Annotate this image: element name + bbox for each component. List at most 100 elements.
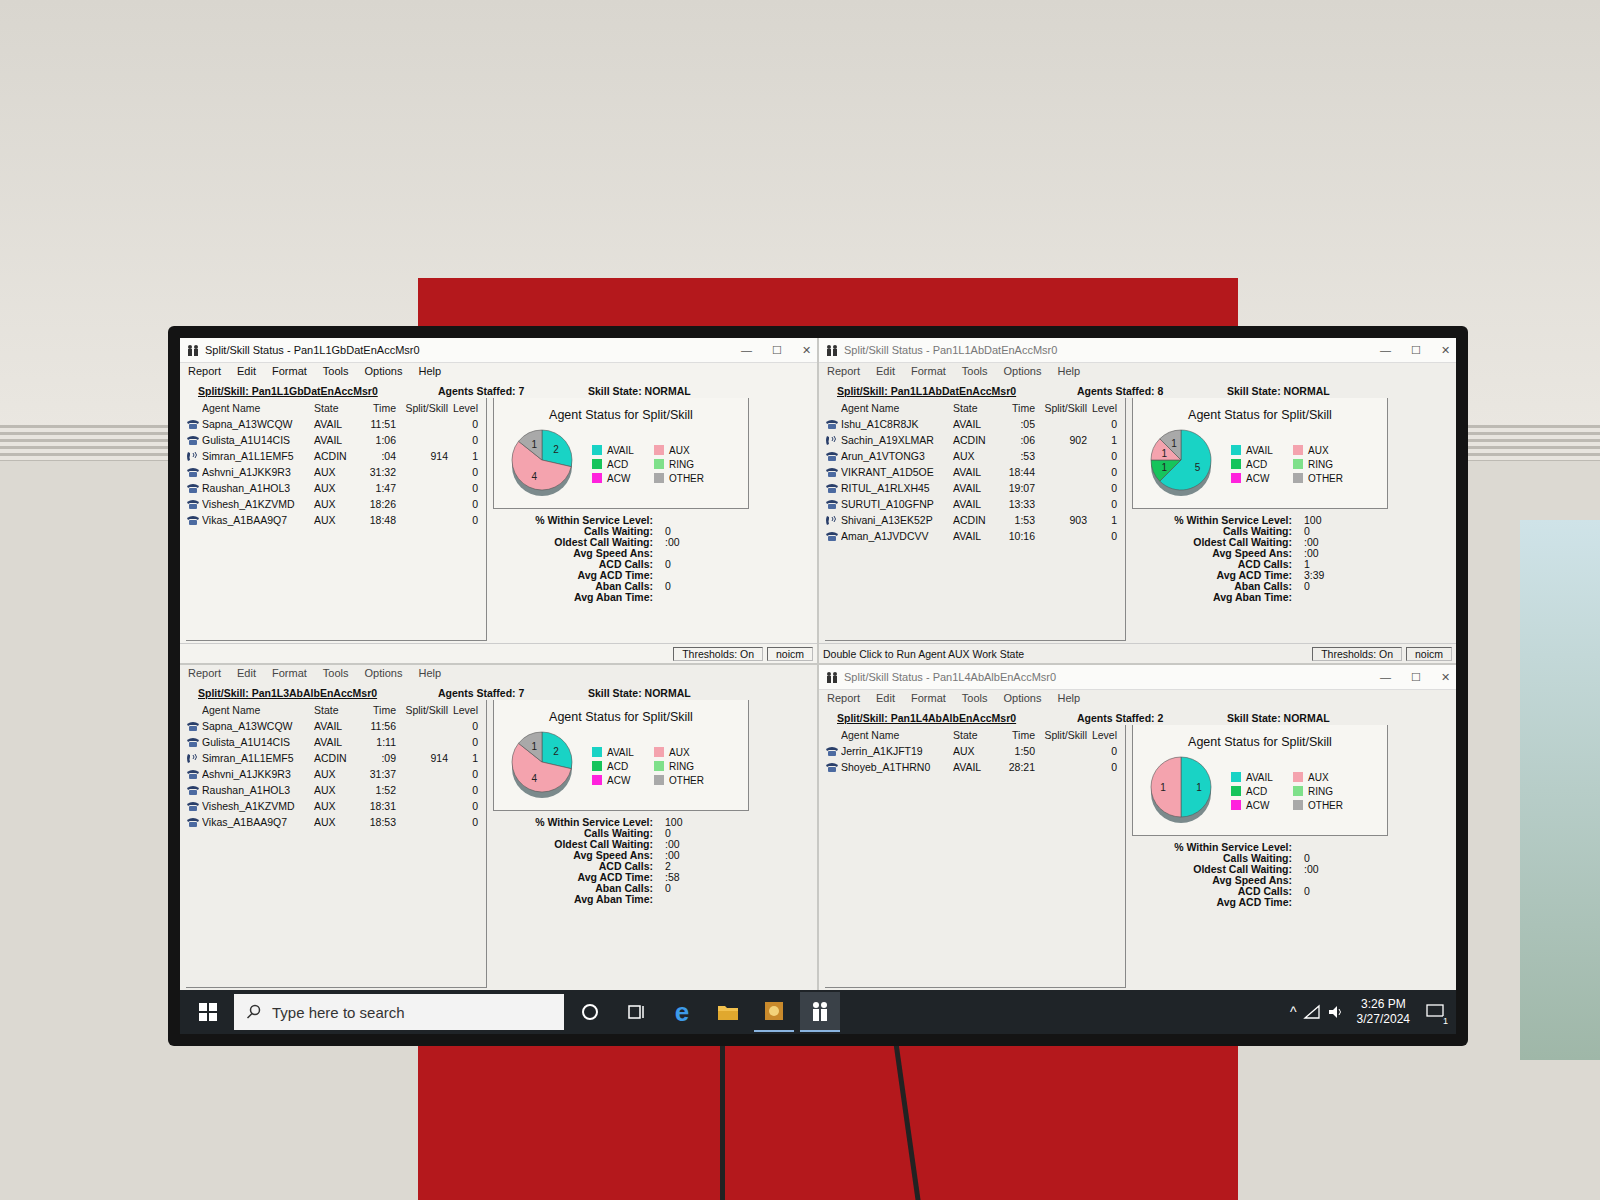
menu-item[interactable]: Help (418, 365, 441, 381)
agent-row[interactable]: Vishesh_A1KZVMDAUX18:260 (186, 496, 486, 512)
agent-row[interactable]: SURUTI_A10GFNPAVAIL13:330 (825, 496, 1125, 512)
agent-row[interactable]: Vishesh_A1KZVMDAUX18:310 (186, 798, 486, 814)
menu-item[interactable]: Help (1057, 692, 1080, 708)
window-control-button[interactable]: — (1380, 671, 1391, 684)
agent-row[interactable]: Ishu_A1C8R8JKAVAIL:050 (825, 416, 1125, 432)
menu-item[interactable]: Options (1004, 365, 1042, 381)
menu-item[interactable]: Format (272, 365, 307, 381)
menu-item[interactable]: Tools (323, 667, 349, 683)
window-title: Split/Skill Status - Pan1L1GbDatEnAccMsr… (205, 344, 736, 356)
agent-state: ACDIN (314, 450, 356, 462)
search-box[interactable]: Type here to search (234, 994, 564, 1030)
task-view-button[interactable] (616, 992, 656, 1032)
table-header: Agent NameStateTimeSplit/SkillLevel (186, 400, 486, 416)
split-skill-window[interactable]: Split/Skill Status - Pan1L1AbDatEnAccMsr… (819, 338, 1456, 663)
menu-item[interactable]: Tools (962, 692, 988, 708)
agent-row[interactable]: Aman_A1JVDCVVAVAIL10:160 (825, 528, 1125, 544)
menu-item[interactable]: Help (1057, 365, 1080, 381)
window-control-button[interactable]: — (1380, 344, 1391, 357)
menu-item[interactable]: Edit (876, 692, 895, 708)
pie-label: 1 (1162, 462, 1168, 473)
agent-row[interactable]: Sachin_A19XLMARACDIN:069021 (825, 432, 1125, 448)
pie-label: 4 (531, 471, 537, 482)
menu-item[interactable]: Tools (323, 365, 349, 381)
menu-item[interactable]: Format (272, 667, 307, 683)
window-control-button[interactable]: ☐ (1411, 344, 1421, 357)
menu-item[interactable]: Report (827, 365, 860, 381)
agent-row[interactable]: Simran_A1L1EMF5ACDIN:099141 (186, 750, 486, 766)
notification-button[interactable]: 1 (1422, 1004, 1448, 1020)
menu-item[interactable]: Options (1004, 692, 1042, 708)
split-skill-window[interactable]: ReportEditFormatToolsOptionsHelpSplit/Sk… (180, 665, 817, 990)
title-bar[interactable]: Split/Skill Status - Pan1L4AbAlbEnAccMsr… (819, 665, 1456, 690)
agent-row[interactable]: Vikas_A1BAA9Q7AUX18:530 (186, 814, 486, 830)
status-cell: Thresholds: On (1312, 647, 1402, 661)
split-skill-window[interactable]: Split/Skill Status - Pan1L4AbAlbEnAccMsr… (819, 665, 1456, 990)
agent-row[interactable]: Ashvni_A1JKK9R3AUX31:320 (186, 464, 486, 480)
agent-name: Shoyeb_A1THRN0 (841, 761, 953, 773)
menu-item[interactable]: Report (188, 667, 221, 683)
agent-time: 13:33 (995, 498, 1035, 510)
menu-item[interactable]: Format (911, 365, 946, 381)
window-control-button[interactable]: ✕ (1441, 344, 1450, 357)
telephone-icon (186, 467, 200, 478)
stat-value: 0 (1304, 886, 1364, 897)
menu-item[interactable]: Help (418, 667, 441, 683)
window-control-button[interactable]: ☐ (1411, 671, 1421, 684)
agent-row[interactable]: Ashvni_A1JKK9R3AUX31:370 (186, 766, 486, 782)
agent-row[interactable]: Sapna_A13WCQWAVAIL11:510 (186, 416, 486, 432)
agent-row[interactable]: RITUL_A1RLXH45AVAIL19:070 (825, 480, 1125, 496)
column-header: State (953, 729, 995, 741)
cortana-button[interactable] (570, 992, 610, 1032)
agent-row[interactable]: Gulista_A1U14CISAVAIL1:110 (186, 734, 486, 750)
window-control-button[interactable]: — (741, 344, 752, 357)
menu-item[interactable]: Options (365, 365, 403, 381)
clock[interactable]: 3:26 PM3/27/2024 (1351, 997, 1416, 1027)
menu-item[interactable]: Edit (237, 365, 256, 381)
legend-item: ACD (592, 459, 654, 470)
agent-row[interactable]: Sapna_A13WCQWAVAIL11:560 (186, 718, 486, 734)
agent-row[interactable]: Gulista_A1U14CISAVAIL1:060 (186, 432, 486, 448)
split-skill-window[interactable]: Split/Skill Status - Pan1L1GbDatEnAccMsr… (180, 338, 817, 663)
chart-title: Agent Status for Split/Skill (502, 402, 740, 426)
stat-value: 0 (1304, 581, 1364, 592)
agent-row[interactable]: Shoyeb_A1THRN0AVAIL28:210 (825, 759, 1125, 775)
menu-item[interactable]: Tools (962, 365, 988, 381)
menu-item[interactable]: Edit (876, 365, 895, 381)
agent-row[interactable]: VIKRANT_A1D5OEAVAIL18:440 (825, 464, 1125, 480)
menu-item[interactable]: Options (365, 667, 403, 683)
file-explorer-button[interactable] (708, 992, 748, 1032)
table-header: Agent NameStateTimeSplit/SkillLevel (825, 400, 1125, 416)
agent-row[interactable]: Jerrin_A1KJFT19AUX1:500 (825, 743, 1125, 759)
network-icon[interactable] (1303, 1004, 1321, 1020)
edge-button[interactable]: e (662, 992, 702, 1032)
legend-item: AVAIL (1231, 772, 1293, 783)
menu-item[interactable]: Format (911, 692, 946, 708)
menu-bar: Report Edit Format Tools Options Help (819, 690, 1456, 710)
pie-label: 1 (1196, 782, 1202, 793)
tray-chevron[interactable]: ^ (1290, 1004, 1297, 1020)
agent-row[interactable]: Shivani_A13EK52PACDIN1:539031 (825, 512, 1125, 528)
window-title: Split/Skill Status - Pan1L1AbDatEnAccMsr… (844, 344, 1375, 356)
menu-item[interactable]: Report (827, 692, 860, 708)
window-control-button[interactable]: ☐ (772, 344, 782, 357)
agent-row[interactable]: Raushan_A1HOL3AUX1:520 (186, 782, 486, 798)
menu-item[interactable]: Report (188, 365, 221, 381)
speaker-icon[interactable] (1327, 1004, 1345, 1020)
pie-chart: 11 (1141, 753, 1223, 829)
window-control-button[interactable]: ✕ (1441, 671, 1450, 684)
agent-row[interactable]: Simran_A1L1EMF5ACDIN:049141 (186, 448, 486, 464)
agent-table: Agent NameStateTimeSplit/SkillLevelSapna… (186, 700, 487, 988)
agent-row[interactable]: Arun_A1VTONG3AUX:530 (825, 448, 1125, 464)
window-control-button[interactable]: ✕ (802, 344, 811, 357)
menu-item[interactable]: Edit (237, 667, 256, 683)
agent-state: AUX (953, 745, 995, 757)
title-bar[interactable]: Split/Skill Status - Pan1L1GbDatEnAccMsr… (180, 338, 817, 363)
title-bar[interactable]: Split/Skill Status - Pan1L1AbDatEnAccMsr… (819, 338, 1456, 363)
telephone-icon (186, 801, 200, 812)
agent-row[interactable]: Vikas_A1BAA9Q7AUX18:480 (186, 512, 486, 528)
agent-row[interactable]: Raushan_A1HOL3AUX1:470 (186, 480, 486, 496)
app-button[interactable] (754, 992, 794, 1032)
cms-button[interactable] (800, 992, 840, 1032)
start-button[interactable] (188, 992, 228, 1032)
